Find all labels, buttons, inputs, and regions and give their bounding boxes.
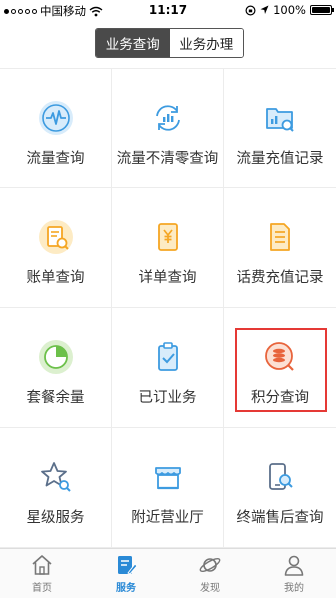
tab-business-handling[interactable]: 业务办理 — [169, 29, 243, 57]
grid-item-label: 已订业务 — [138, 390, 197, 406]
battery-icon — [310, 5, 334, 15]
grid-item-label: 账单查询 — [26, 270, 85, 286]
grid-item-label: 套餐余量 — [26, 390, 85, 406]
folder-search-icon — [261, 99, 299, 137]
tab-business-query[interactable]: 业务查询 — [96, 29, 170, 57]
phone-search-icon — [261, 458, 299, 496]
highlight-box — [235, 328, 327, 412]
tab-label: 首页 — [32, 583, 52, 594]
clipboard-check-icon — [149, 338, 187, 376]
home-icon — [32, 555, 52, 575]
grid-item-traffic-carryover[interactable]: 流量不清零查询 — [112, 68, 224, 188]
tab-home[interactable]: 首页 — [0, 549, 84, 598]
storefront-icon — [149, 458, 187, 496]
grid-item-label: 附近营业厅 — [131, 510, 204, 526]
waveform-icon — [37, 99, 75, 137]
service-grid: 流量查询 流量不清零查询 流量充值记录 账单查询 详单查询 话费充值记录 套餐余… — [0, 68, 336, 548]
grid-item-label: 终端售后查询 — [236, 510, 324, 526]
segmented-control: 业务查询 业务办理 — [95, 28, 244, 58]
grid-item-package-balance[interactable]: 套餐余量 — [0, 308, 112, 428]
grid-item-label: 话费充值记录 — [236, 270, 324, 286]
grid-item-points-query[interactable]: 积分查询 — [224, 308, 336, 428]
grid-item-label: 详单查询 — [138, 270, 197, 286]
status-right: 100% — [245, 3, 334, 17]
tab-label: 发现 — [200, 583, 220, 594]
grid-item-nearby-hall[interactable]: 附近营业厅 — [112, 428, 224, 548]
pie-chart-icon — [37, 338, 75, 376]
bottom-tab-bar: 首页 服务 发现 我的 — [0, 548, 336, 598]
grid-item-label: 流量查询 — [26, 151, 85, 167]
grid-item-after-sales[interactable]: 终端售后查询 — [224, 428, 336, 548]
refresh-chart-icon — [149, 99, 187, 137]
location-icon — [260, 5, 269, 14]
grid-item-star-service[interactable]: 星级服务 — [0, 428, 112, 548]
star-search-icon — [37, 458, 75, 496]
user-icon — [284, 555, 304, 576]
grid-item-label: 流量充值记录 — [236, 151, 324, 167]
yuan-document-icon — [149, 218, 187, 256]
tab-service[interactable]: 服务 — [84, 549, 168, 598]
grid-item-detail-query[interactable]: 详单查询 — [112, 188, 224, 308]
planet-icon — [199, 558, 221, 572]
tab-mine[interactable]: 我的 — [252, 549, 336, 598]
grid-item-subscribed[interactable]: 已订业务 — [112, 308, 224, 428]
grid-item-bill-query[interactable]: 账单查询 — [0, 188, 112, 308]
grid-item-traffic-query[interactable]: 流量查询 — [0, 68, 112, 188]
grid-item-traffic-recharge[interactable]: 流量充值记录 — [224, 68, 336, 188]
grid-item-fee-recharge[interactable]: 话费充值记录 — [224, 188, 336, 308]
bill-icon — [37, 218, 75, 256]
tab-label: 我的 — [284, 583, 304, 594]
rotation-lock-icon — [245, 4, 256, 16]
battery-percent: 100% — [273, 3, 306, 17]
status-bar: 中国移动 11:17 100% — [0, 0, 336, 20]
document-list-icon — [261, 218, 299, 256]
tab-discover[interactable]: 发现 — [168, 549, 252, 598]
tab-label: 服务 — [116, 583, 136, 594]
grid-item-label: 星级服务 — [26, 510, 85, 526]
grid-item-label: 流量不清零查询 — [116, 151, 219, 167]
service-icon — [118, 556, 138, 575]
